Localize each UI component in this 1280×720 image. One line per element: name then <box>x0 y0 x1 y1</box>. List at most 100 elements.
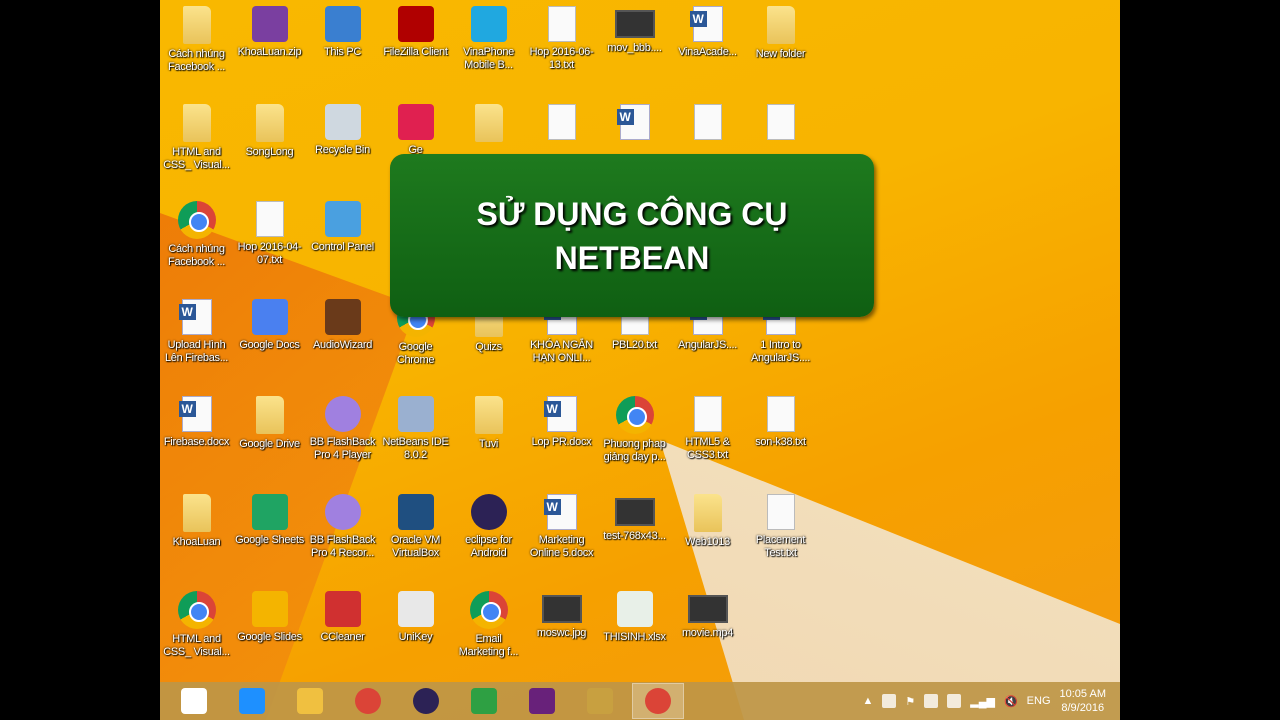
desktop-icon[interactable]: HTML5 & CSS3.txt <box>671 390 744 482</box>
desktop-icon[interactable]: BB FlashBack Pro 4 Recor... <box>306 488 379 580</box>
desktop-icon[interactable]: Web1013 <box>671 488 744 580</box>
taskbar-internet-explorer-button[interactable] <box>226 683 278 719</box>
desktop-icon[interactable]: Phuong phap giảng dạy p... <box>598 390 671 482</box>
desktop-icon-label: Control Panel <box>311 241 374 253</box>
desktop-icon-label: KhoaLuan.zip <box>237 46 302 58</box>
desktop-icon[interactable]: THISINH.xlsx <box>598 585 671 677</box>
desktop-icon[interactable]: CCleaner <box>306 585 379 677</box>
action-center-flag-icon[interactable]: ⚑ <box>905 695 915 708</box>
zip-icon <box>251 6 288 42</box>
desktop-icon-label: Placement Test.txt <box>755 533 806 559</box>
desktop-icon[interactable]: Recycle Bin <box>306 98 379 190</box>
desktop-icon[interactable]: Google Slides <box>233 585 306 677</box>
desktop-icon[interactable]: Hop 2016-04-07.txt <box>233 195 306 287</box>
desktop-icon[interactable]: VinaAcade... <box>671 0 744 92</box>
bb-icon <box>324 396 361 432</box>
taskbar-visual-studio-button[interactable] <box>516 683 568 719</box>
desktop-icon[interactable]: Firebase.docx <box>160 390 233 482</box>
desktop-icon-label: Google Slides <box>237 631 302 643</box>
desktop-icon-label: KHÓA NGẮN HẠN ONLI... <box>530 338 593 364</box>
desktop-icon[interactable]: KhoaLuan.zip <box>233 0 306 92</box>
desktop-icon-label: Recycle Bin <box>315 143 370 156</box>
gen-icon <box>397 103 434 140</box>
volume-muted-icon[interactable]: 🔇 <box>1004 695 1018 708</box>
desktop-icon-label: 1 Intro to AngularJS.... <box>750 338 811 364</box>
desktop-icon[interactable]: Google Sheets <box>233 488 306 580</box>
desktop-icon-label: UniKey <box>398 631 433 643</box>
desktop-icon[interactable]: FileZilla Client <box>379 0 452 92</box>
desktop-icon[interactable]: New folder <box>744 0 817 92</box>
desktop-icon[interactable]: Email Marketing f... <box>452 585 525 677</box>
desktop-icon[interactable]: HTML and CSS_ Visual... <box>160 98 233 190</box>
desktop-icon[interactable]: Tuvi <box>452 390 525 482</box>
taskbar-visual-studio-code-button[interactable] <box>458 683 510 719</box>
taskbar-tool-button[interactable] <box>574 683 626 719</box>
vbox-icon <box>397 493 434 530</box>
desktop-icon[interactable]: movie.mp4 <box>671 585 744 677</box>
desktop-icon[interactable]: VinaPhone Mobile B... <box>452 0 525 92</box>
taskbar-start-button[interactable] <box>168 683 220 719</box>
desktop-icon[interactable]: Marketing Online 5.docx <box>525 488 598 580</box>
desktop-icon[interactable]: Placement Test.txt <box>744 488 817 580</box>
desktop-icon[interactable]: HTML and CSS_ Visual... <box>160 585 233 677</box>
folder-icon <box>255 396 284 434</box>
desktop-icon[interactable]: SongLong <box>233 98 306 190</box>
desktop-icon[interactable]: Hop 2016-06-13.txt <box>525 0 598 92</box>
desktop-icon-label: Marketing Online 5.docx <box>529 533 594 559</box>
desktop-icon-label: moswc.jpg <box>536 627 587 639</box>
unikey-icon <box>397 591 434 627</box>
desktop-icon[interactable]: This PC <box>306 0 379 92</box>
bb-recorder-tray-icon[interactable] <box>882 694 897 708</box>
txt-icon <box>766 103 795 140</box>
desktop-icon[interactable]: Control Panel <box>306 195 379 287</box>
system-tray: ▲ ⚑ ▂▄▆ 🔇 ENG 10:05 AM 8/9/2016 <box>862 687 1120 715</box>
desktop-icon[interactable]: NetBeans IDE 8.0.2 <box>379 390 452 482</box>
desktop-icon[interactable]: Cách nhúng Facebook ... <box>160 0 233 92</box>
desktop-icon[interactable]: AudioWizard <box>306 293 379 385</box>
language-indicator[interactable]: ENG <box>1027 695 1051 707</box>
pc-icon <box>324 6 361 42</box>
desktop-icon[interactable]: son-k38.txt <box>744 390 817 482</box>
folder-icon <box>693 493 722 532</box>
folder-icon <box>474 396 503 434</box>
doc-icon <box>616 103 650 140</box>
network-sharing-icon[interactable] <box>924 694 939 708</box>
desktop-icon[interactable]: eclipse for Android <box>452 488 525 580</box>
taskbar-chrome-active-button[interactable] <box>632 683 684 719</box>
desktop-icon[interactable]: Oracle VM VirtualBox <box>379 488 452 580</box>
desktop-icon-label: VinaPhone Mobile B... <box>463 46 514 71</box>
desktop-icon-label: son-k38.txt <box>755 436 806 448</box>
desktop-icon[interactable]: KhoaLuan <box>160 488 233 580</box>
taskbar-chrome-button[interactable] <box>342 683 394 719</box>
start-icon <box>181 688 207 714</box>
gsheets-icon <box>251 493 288 530</box>
desktop-icon[interactable]: Google Drive <box>233 390 306 482</box>
show-hidden-icons-button[interactable]: ▲ <box>862 695 873 707</box>
chrome-icon <box>469 591 508 629</box>
taskbar-file-explorer-button[interactable] <box>284 683 336 719</box>
desktop-icon[interactable]: Cách nhúng Facebook ... <box>160 195 233 287</box>
desktop-icon-label: Web1013 <box>685 535 730 548</box>
clock-date: 8/9/2016 <box>1061 702 1105 714</box>
desktop-icon[interactable]: mov_bbb.... <box>598 0 671 92</box>
desktop-icon-label: HTML and CSS_ Visual... <box>163 145 230 171</box>
desktop-icon-label: Google Sheets <box>235 533 304 546</box>
desktop-icon-label: FileZilla Client <box>383 46 448 58</box>
desktop-icon[interactable]: moswc.jpg <box>525 585 598 677</box>
battery-icon[interactable] <box>947 694 962 708</box>
desktop-icon[interactable]: BB FlashBack Pro 4 Player <box>306 390 379 482</box>
desktop-icon[interactable]: test-768x43... <box>598 488 671 580</box>
recycle-icon <box>324 103 361 140</box>
desktop-icon-label: Cách nhúng Facebook ... <box>168 243 225 268</box>
desktop-icon[interactable]: Lop PR.docx <box>525 390 598 482</box>
desktop-icon-label: Cách nhúng Facebook ... <box>168 48 225 73</box>
doc-icon <box>178 298 212 335</box>
taskbar-eclipse-button[interactable] <box>400 683 452 719</box>
folder-icon <box>474 103 503 142</box>
signal-icon[interactable]: ▂▄▆ <box>970 695 995 708</box>
desktop-icon[interactable]: Upload Hình Lên Firebas... <box>160 293 233 385</box>
desktop-icon[interactable]: Google Docs <box>233 293 306 385</box>
desktop-icon[interactable]: UniKey <box>379 585 452 677</box>
txt-icon <box>766 493 795 530</box>
clock[interactable]: 10:05 AM 8/9/2016 <box>1060 687 1106 715</box>
